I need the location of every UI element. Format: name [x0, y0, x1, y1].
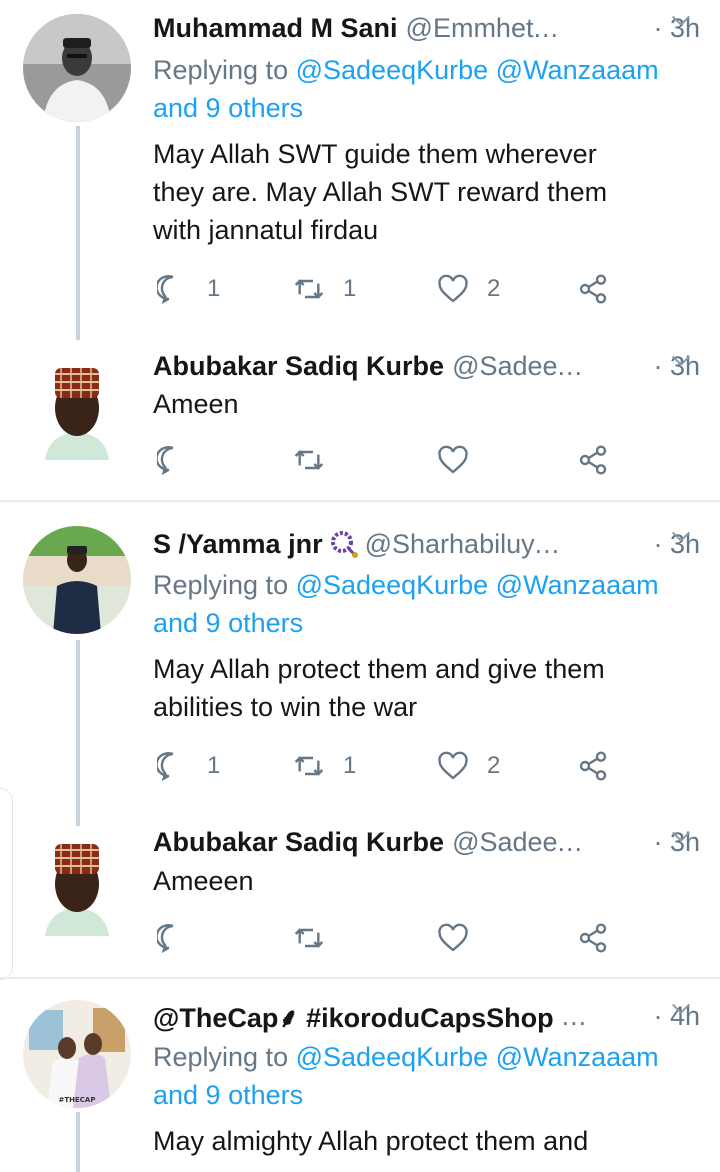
- chevron-down-icon[interactable]: [670, 10, 692, 32]
- author-handle[interactable]: @Sharhabiluy...: [365, 529, 646, 560]
- tweet-text: Ameen: [153, 389, 239, 419]
- retweet-icon: [294, 928, 324, 948]
- share-button[interactable]: [577, 440, 609, 480]
- avatar[interactable]: #THECAP: [23, 1000, 131, 1108]
- tweet-text: May almighty Allah protect them and: [153, 1126, 589, 1156]
- like-icon: [438, 445, 468, 474]
- reply-count: 1: [207, 275, 221, 302]
- replying-to: Replying to @SadeeqKurbe @Wanzaaam and 9…: [153, 1042, 659, 1110]
- replying-to: Replying to @SadeeqKurbe @Wanzaaam and 9…: [153, 570, 659, 638]
- reply-icon: [157, 752, 174, 782]
- action-bar: 1 1 2: [153, 269, 633, 309]
- retweet-icon: [294, 279, 324, 299]
- avatar-photo-icon: #THECAP: [23, 1000, 131, 1108]
- svg-text:#THECAP: #THECAP: [59, 1096, 96, 1104]
- author-handle[interactable]: @Sadee...: [452, 827, 645, 858]
- others-link[interactable]: and 9 others: [153, 1080, 303, 1110]
- chevron-down-icon[interactable]: [670, 826, 692, 848]
- share-icon: [579, 274, 607, 304]
- chevron-down-icon[interactable]: [670, 998, 692, 1020]
- share-icon: [579, 445, 607, 475]
- mention-links[interactable]: @SadeeqKurbe @Wanzaaam: [296, 1042, 659, 1072]
- like-button[interactable]: 2: [437, 269, 500, 309]
- tweet-text: May Allah protect them and give them abi…: [153, 654, 605, 722]
- action-bar: [153, 440, 633, 480]
- author-handle[interactable]: @Sadee...: [452, 351, 645, 382]
- avatar-photo-icon: [23, 526, 131, 634]
- mention-links[interactable]: @SadeeqKurbe @Wanzaaam: [296, 570, 659, 600]
- reply-icon: [157, 924, 174, 954]
- tweet[interactable]: Muhammad M Sani @Emmhet... · 3h Replying…: [0, 0, 720, 340]
- like-icon: [438, 274, 468, 303]
- action-bar: 1 1 2: [153, 746, 633, 786]
- like-button[interactable]: 2: [437, 746, 500, 786]
- retweet-icon: [294, 756, 324, 776]
- author-name[interactable]: @TheCap⸙ #ikoroduCapsShop: [153, 998, 554, 1035]
- thread-line: [76, 1112, 80, 1172]
- share-icon: [579, 923, 607, 953]
- retweet-button[interactable]: 1: [293, 269, 356, 309]
- tweet-text: May Allah SWT guide them wherever they a…: [153, 139, 608, 245]
- retweet-button[interactable]: [293, 918, 325, 958]
- action-bar: [153, 918, 633, 958]
- like-button[interactable]: [437, 918, 469, 958]
- reply-count: 1: [207, 752, 221, 779]
- retweet-button[interactable]: 1: [293, 746, 356, 786]
- avatar-photo-icon: [23, 828, 131, 936]
- chevron-down-icon[interactable]: [670, 526, 692, 548]
- author-name[interactable]: Abubakar Sadiq Kurbe: [153, 351, 444, 382]
- mention-links[interactable]: @SadeeqKurbe @Wanzaaam: [296, 55, 659, 85]
- author-handle[interactable]: @Emmhet...: [406, 13, 646, 44]
- share-button[interactable]: [577, 918, 609, 958]
- others-link[interactable]: and 9 others: [153, 93, 303, 123]
- avatar[interactable]: [23, 526, 131, 634]
- reply-icon: [157, 446, 174, 476]
- thread-line: [76, 640, 80, 826]
- reply-button[interactable]: [157, 440, 189, 480]
- like-count: 2: [487, 275, 501, 302]
- reply-button[interactable]: 1: [157, 746, 220, 786]
- avatar-photo-icon: [23, 14, 131, 122]
- prayer-beads-icon: [330, 531, 358, 558]
- thread-line: [76, 126, 80, 340]
- avatar[interactable]: [23, 352, 131, 460]
- author-name[interactable]: Muhammad M Sani: [153, 13, 398, 44]
- author-handle[interactable]: ...: [562, 1001, 646, 1032]
- like-icon: [438, 751, 468, 780]
- divider: [0, 977, 720, 979]
- avatar-photo-icon: [23, 352, 131, 460]
- chevron-down-icon[interactable]: [670, 350, 692, 372]
- retweet-button[interactable]: [293, 440, 325, 480]
- retweet-icon: [294, 450, 324, 470]
- author-name[interactable]: S /Yamma jnr: [153, 529, 323, 560]
- tweet[interactable]: #THECAP @TheCap⸙ #ikoroduCapsShop ... · …: [0, 988, 720, 1172]
- tweet[interactable]: S /Yamma jnr @Sharhabiluy... · 3h Replyi…: [0, 516, 720, 826]
- avatar[interactable]: [23, 828, 131, 936]
- like-icon: [438, 923, 468, 952]
- share-icon: [579, 751, 607, 781]
- tweet-text: Ameeen: [153, 866, 254, 896]
- share-button[interactable]: [577, 746, 609, 786]
- like-count: 2: [487, 752, 501, 779]
- divider: [0, 500, 720, 502]
- retweet-count: 1: [343, 275, 357, 302]
- share-button[interactable]: [577, 269, 609, 309]
- author-name[interactable]: Abubakar Sadiq Kurbe: [153, 827, 444, 858]
- side-panel-handle[interactable]: [0, 788, 13, 980]
- tweet[interactable]: Abubakar Sadiq Kurbe @Sadee... · 3h Amee…: [0, 340, 720, 500]
- reply-button[interactable]: 1: [157, 269, 220, 309]
- replying-to: Replying to @SadeeqKurbe @Wanzaaam and 9…: [153, 55, 659, 123]
- reply-button[interactable]: [157, 918, 189, 958]
- retweet-count: 1: [343, 752, 357, 779]
- like-button[interactable]: [437, 440, 469, 480]
- avatar[interactable]: [23, 14, 131, 122]
- reply-icon: [157, 275, 174, 305]
- others-link[interactable]: and 9 others: [153, 608, 303, 638]
- tweet[interactable]: Abubakar Sadiq Kurbe @Sadee... · 3h Amee…: [0, 816, 720, 976]
